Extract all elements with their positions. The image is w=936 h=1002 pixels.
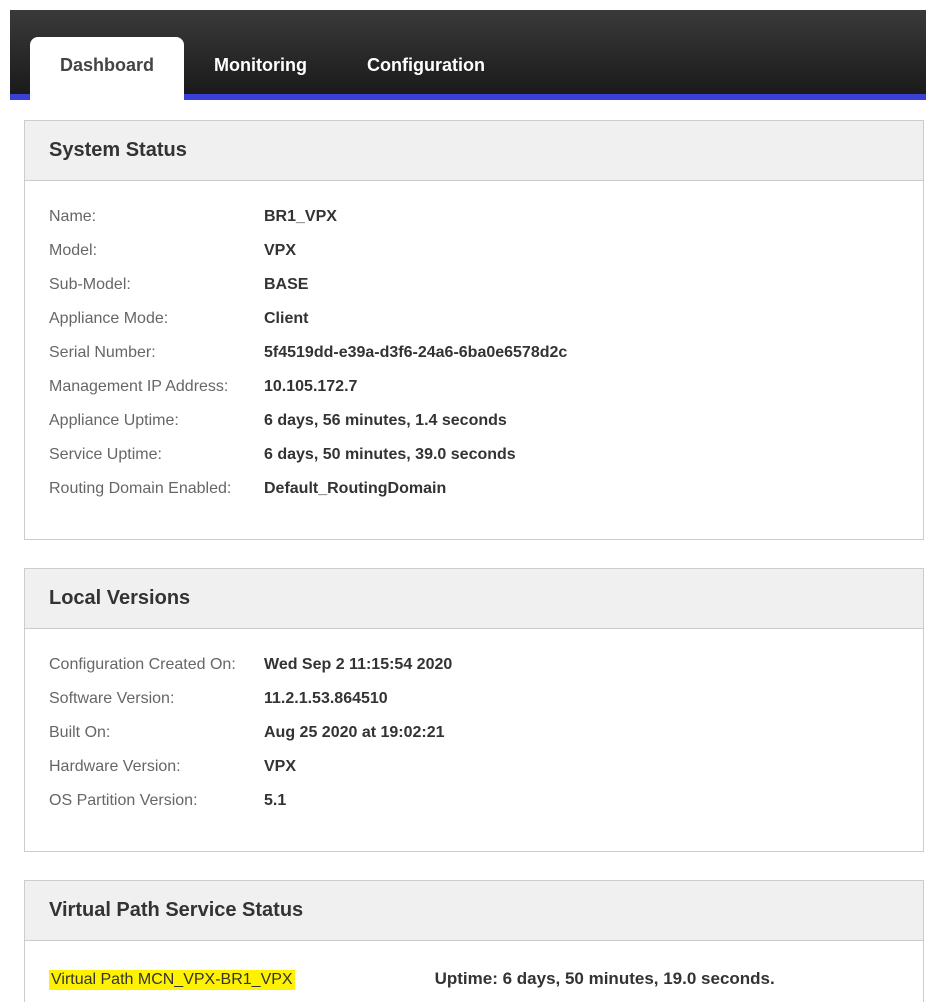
- field-routing-domain: Routing Domain Enabled: Default_RoutingD…: [49, 477, 899, 501]
- name-label: Name:: [49, 205, 264, 229]
- field-appliance-uptime: Appliance Uptime: 6 days, 56 minutes, 1.…: [49, 409, 899, 433]
- name-value: BR1_VPX: [264, 205, 337, 229]
- field-serial: Serial Number: 5f4519dd-e39a-d3f6-24a6-6…: [49, 341, 899, 365]
- field-os-partition: OS Partition Version: 5.1: [49, 789, 899, 813]
- mgmtip-value: 10.105.172.7: [264, 375, 357, 399]
- built-label: Built On:: [49, 721, 264, 745]
- field-built-on: Built On: Aug 25 2020 at 19:02:21: [49, 721, 899, 745]
- suptime-value: 6 days, 50 minutes, 39.0 seconds: [264, 443, 516, 467]
- local-versions-body: Configuration Created On: Wed Sep 2 11:1…: [25, 629, 923, 851]
- hwver-value: VPX: [264, 755, 296, 779]
- built-value: Aug 25 2020 at 19:02:21: [264, 721, 445, 745]
- field-model: Model: VPX: [49, 239, 899, 263]
- field-hardware-version: Hardware Version: VPX: [49, 755, 899, 779]
- virtual-path-title: Virtual Path Service Status: [49, 899, 899, 922]
- virtual-path-header: Virtual Path Service Status: [25, 881, 923, 941]
- tab-monitoring[interactable]: Monitoring: [184, 37, 337, 94]
- tab-dashboard[interactable]: Dashboard: [30, 37, 184, 100]
- ospart-label: OS Partition Version:: [49, 789, 264, 813]
- top-nav-bar: Dashboard Monitoring Configuration: [10, 10, 926, 100]
- field-name: Name: BR1_VPX: [49, 205, 899, 229]
- mgmtip-label: Management IP Address:: [49, 375, 264, 399]
- virtual-path-name: Virtual Path MCN_VPX-BR1_VPX: [49, 970, 295, 990]
- field-submodel: Sub-Model: BASE: [49, 273, 899, 297]
- appmode-value: Client: [264, 307, 308, 331]
- system-status-panel: System Status Name: BR1_VPX Model: VPX S…: [24, 120, 924, 540]
- swver-value: 11.2.1.53.864510: [264, 687, 388, 711]
- routing-label: Routing Domain Enabled:: [49, 477, 264, 501]
- ospart-value: 5.1: [264, 789, 286, 813]
- system-status-header: System Status: [25, 121, 923, 181]
- field-software-version: Software Version: 11.2.1.53.864510: [49, 687, 899, 711]
- model-value: VPX: [264, 239, 296, 263]
- virtual-path-uptime: Uptime: 6 days, 50 minutes, 19.0 seconds…: [435, 969, 775, 989]
- field-config-created: Configuration Created On: Wed Sep 2 11:1…: [49, 653, 899, 677]
- suptime-label: Service Uptime:: [49, 443, 264, 467]
- page-content: System Status Name: BR1_VPX Model: VPX S…: [0, 100, 936, 1002]
- field-appliance-mode: Appliance Mode: Client: [49, 307, 899, 331]
- local-versions-header: Local Versions: [25, 569, 923, 629]
- submodel-value: BASE: [264, 273, 308, 297]
- field-mgmt-ip: Management IP Address: 10.105.172.7: [49, 375, 899, 399]
- system-status-title: System Status: [49, 139, 899, 162]
- hwver-label: Hardware Version:: [49, 755, 264, 779]
- local-versions-panel: Local Versions Configuration Created On:…: [24, 568, 924, 852]
- config-value: Wed Sep 2 11:15:54 2020: [264, 653, 452, 677]
- auptime-value: 6 days, 56 minutes, 1.4 seconds: [264, 409, 507, 433]
- local-versions-title: Local Versions: [49, 587, 899, 610]
- virtual-path-body: Virtual Path MCN_VPX-BR1_VPX Uptime: 6 d…: [25, 941, 923, 1002]
- config-label: Configuration Created On:: [49, 653, 264, 677]
- model-label: Model:: [49, 239, 264, 263]
- field-service-uptime: Service Uptime: 6 days, 50 minutes, 39.0…: [49, 443, 899, 467]
- swver-label: Software Version:: [49, 687, 264, 711]
- submodel-label: Sub-Model:: [49, 273, 264, 297]
- appmode-label: Appliance Mode:: [49, 307, 264, 331]
- tab-configuration[interactable]: Configuration: [337, 37, 515, 94]
- system-status-body: Name: BR1_VPX Model: VPX Sub-Model: BASE…: [25, 181, 923, 539]
- routing-value: Default_RoutingDomain: [264, 477, 446, 501]
- virtual-path-panel: Virtual Path Service Status Virtual Path…: [24, 880, 924, 1002]
- auptime-label: Appliance Uptime:: [49, 409, 264, 433]
- serial-label: Serial Number:: [49, 341, 264, 365]
- serial-value: 5f4519dd-e39a-d3f6-24a6-6ba0e6578d2c: [264, 341, 567, 365]
- tab-container: Dashboard Monitoring Configuration: [10, 10, 515, 94]
